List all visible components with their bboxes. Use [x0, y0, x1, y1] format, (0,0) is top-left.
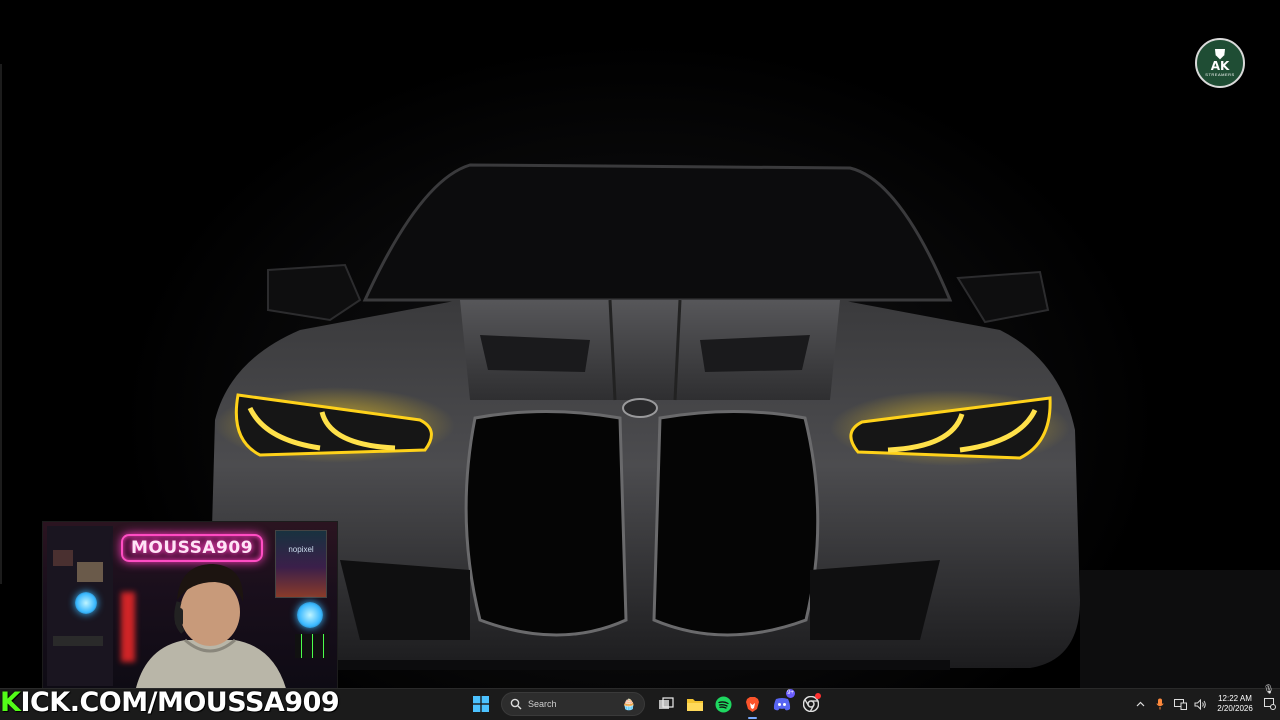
kick-url: ICK.COM/MOUSSA909: [20, 687, 340, 718]
taskbar-search[interactable]: Search 🧁: [501, 692, 645, 716]
folder-icon: [686, 698, 703, 711]
notification-center-button[interactable]: [1260, 692, 1280, 716]
discord-button[interactable]: 9+: [767, 689, 796, 716]
microphone-tray-button[interactable]: [1150, 692, 1170, 716]
orb-light-left: [75, 592, 97, 614]
windows-icon: [472, 696, 489, 712]
spotify-icon: [715, 696, 732, 712]
speaker-icon: [1194, 698, 1206, 710]
orb-light-right: [297, 602, 323, 628]
logo-text: AK: [1210, 59, 1230, 73]
volume-button[interactable]: [1190, 692, 1210, 716]
discord-icon: [773, 698, 790, 711]
file-explorer-button[interactable]: [680, 692, 709, 716]
microphone-icon: [1156, 698, 1164, 710]
brave-browser-button[interactable]: [738, 692, 767, 719]
clock-date: 2/20/2026: [1217, 704, 1253, 713]
clock-time: 12:22 AM: [1218, 694, 1252, 703]
search-highlight-icon: 🧁: [622, 698, 636, 711]
notification-bell-icon: [1264, 698, 1276, 710]
taskbar-apps: Search 🧁 9+: [466, 689, 825, 719]
task-view-icon: [658, 697, 674, 709]
system-clock[interactable]: 12:22 AM 2/20/2026: [1210, 692, 1260, 716]
discord-notification-badge: 9+: [786, 689, 795, 698]
logo-subtext: STREAMERS: [1205, 72, 1235, 77]
network-icon: [1173, 698, 1187, 710]
streamer-person: [136, 564, 286, 688]
chevron-up-icon: [1136, 701, 1144, 707]
system-tray: 12:22 AM 2/20/2026: [1130, 692, 1280, 716]
network-button[interactable]: [1170, 692, 1190, 716]
search-placeholder: Search: [528, 699, 557, 709]
kick-prefix: K: [0, 687, 21, 718]
search-icon: [510, 698, 522, 710]
energy-drink-cans: [295, 634, 329, 658]
chrome-button[interactable]: [796, 692, 825, 716]
streamer-logo: ⛊ AK STREAMERS: [1195, 38, 1245, 88]
brave-lion-icon: [746, 696, 759, 712]
show-hidden-icons-button[interactable]: [1130, 692, 1150, 716]
kick-url-banner: KICK.COM/MOUSSA909: [0, 686, 340, 720]
notification-dot: [815, 693, 821, 699]
spotify-button[interactable]: [709, 692, 738, 716]
task-view-button[interactable]: [651, 692, 680, 716]
webcam-overlay: MOUSSA909 nopixel: [42, 521, 338, 689]
start-button[interactable]: [466, 692, 495, 716]
